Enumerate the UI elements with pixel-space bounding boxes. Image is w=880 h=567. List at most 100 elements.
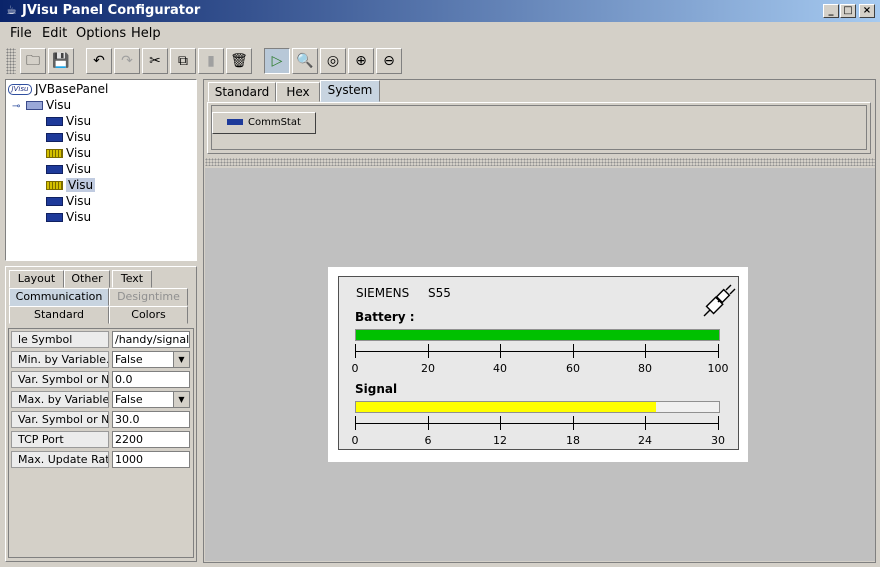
zoom-fit-icon[interactable]: ◎ bbox=[320, 48, 346, 74]
battery-bargraph[interactable] bbox=[355, 329, 720, 341]
tree-item[interactable]: Visu bbox=[46, 130, 91, 146]
brand-label: SIEMENS bbox=[356, 286, 410, 300]
tree-item-label: Visu bbox=[66, 146, 92, 160]
delete-icon[interactable]: 🗑 bbox=[226, 48, 252, 74]
maximize-button[interactable]: □ bbox=[840, 4, 856, 18]
property-label: Max. by Variable. bbox=[11, 391, 109, 408]
property-row: Var. Symbol or Nu 30.0 bbox=[9, 411, 193, 429]
property-label: TCP Port bbox=[11, 431, 109, 448]
commstat-label: CommStat bbox=[248, 117, 301, 128]
chevron-down-icon[interactable]: ▼ bbox=[173, 352, 189, 367]
tab-standard[interactable]: Standard bbox=[9, 306, 109, 324]
minimize-button[interactable]: _ bbox=[823, 4, 839, 18]
close-button[interactable]: × bbox=[859, 4, 875, 18]
tree-item[interactable]: Visu bbox=[46, 114, 91, 130]
tab-text[interactable]: Text bbox=[112, 270, 152, 288]
signal-axis-line bbox=[355, 423, 719, 424]
splitter-handle[interactable] bbox=[205, 158, 875, 166]
tree-item[interactable]: Visu bbox=[46, 162, 91, 178]
run-icon[interactable]: ▷ bbox=[264, 48, 290, 74]
property-row: Var. Symbol or Nu 0.0 bbox=[9, 371, 193, 389]
tree-root[interactable]: JVisu JVBasePanel bbox=[8, 82, 108, 98]
property-value-select[interactable]: False ▼ bbox=[112, 391, 190, 408]
property-value-select[interactable]: False ▼ bbox=[112, 351, 190, 368]
property-value-input[interactable]: 2200 bbox=[112, 431, 190, 448]
tab-colors[interactable]: Colors bbox=[109, 306, 188, 324]
paste-icon[interactable]: ▮ bbox=[198, 48, 224, 74]
signal-tick-label: 0 bbox=[351, 434, 359, 447]
save-icon[interactable]: 💾 bbox=[48, 48, 74, 74]
property-value-input[interactable]: /handy/signal bbox=[112, 331, 190, 348]
java-app-icon[interactable]: ☕ bbox=[4, 3, 19, 18]
property-row: TCP Port 2200 bbox=[9, 431, 193, 449]
commstat-button[interactable]: CommStat bbox=[212, 112, 316, 134]
battery-tick bbox=[573, 344, 574, 358]
title-bar: ☕ JVisu Panel Configurator _ □ × bbox=[0, 0, 880, 22]
label-icon bbox=[46, 165, 63, 174]
tree-root-label: JVBasePanel bbox=[35, 82, 109, 96]
label-icon bbox=[46, 117, 63, 126]
toolbar-grip[interactable] bbox=[6, 48, 16, 74]
battery-axis-line bbox=[355, 351, 719, 352]
tree-item-selected[interactable]: Visu bbox=[46, 178, 96, 194]
label-icon bbox=[46, 197, 63, 206]
tab-palette-system[interactable]: System bbox=[320, 80, 380, 102]
bargraph-icon bbox=[46, 149, 63, 158]
property-row: Max. Update Rate (1000 bbox=[9, 451, 193, 469]
signal-bargraph[interactable] bbox=[355, 401, 720, 413]
signal-tick-label: 12 bbox=[493, 434, 507, 447]
tab-palette-hex[interactable]: Hex bbox=[276, 82, 320, 102]
property-label: Max. Update Rate ( bbox=[11, 451, 109, 468]
tab-communication[interactable]: Communication bbox=[9, 288, 109, 306]
menu-file[interactable]: File bbox=[10, 26, 32, 41]
copy-icon[interactable]: ⧉ bbox=[170, 48, 196, 74]
tree-expand-icon[interactable]: ⊸ bbox=[12, 101, 26, 112]
battery-label: Battery : bbox=[355, 310, 415, 324]
battery-tick bbox=[645, 344, 646, 358]
property-value-input[interactable]: 1000 bbox=[112, 451, 190, 468]
battery-tick bbox=[500, 344, 501, 358]
tree-item-label: Visu bbox=[66, 114, 92, 128]
menu-edit[interactable]: Edit bbox=[42, 26, 67, 41]
tree-item[interactable]: Visu bbox=[46, 210, 91, 226]
tree-item[interactable]: Visu bbox=[46, 194, 91, 210]
cut-icon[interactable]: ✂ bbox=[142, 48, 168, 74]
component-tree[interactable]: JVisu JVBasePanel ⊸ Visu Visu Visu Visu Vi… bbox=[5, 79, 197, 261]
signal-fill bbox=[356, 402, 656, 412]
tab-designtime[interactable]: Designtime bbox=[109, 288, 188, 306]
chevron-down-icon[interactable]: ▼ bbox=[173, 392, 189, 407]
jvisu-logo-icon: JVisu bbox=[8, 84, 32, 95]
visu-panel[interactable]: SIEMENS S55 Battery : Signal 0 20 40 60 80 10… bbox=[338, 276, 739, 450]
open-icon[interactable]: 🗀 bbox=[20, 48, 46, 74]
model-label: S55 bbox=[428, 286, 451, 300]
zoom-in-icon[interactable]: ⊕ bbox=[348, 48, 374, 74]
signal-tick-label: 30 bbox=[711, 434, 725, 447]
tab-other[interactable]: Other bbox=[64, 270, 110, 288]
menu-help[interactable]: Help bbox=[131, 26, 161, 41]
undo-icon[interactable]: ↶ bbox=[86, 48, 112, 74]
select-value: False bbox=[115, 353, 143, 366]
menu-options[interactable]: Options bbox=[76, 26, 126, 41]
zoom-tool-icon[interactable]: 🔍 bbox=[292, 48, 318, 74]
menu-bar: File Edit Options Help bbox=[0, 22, 880, 44]
redo-icon[interactable]: ↷ bbox=[114, 48, 140, 74]
property-row: Min. by Variable. False ▼ bbox=[9, 351, 193, 369]
signal-tick bbox=[718, 416, 719, 430]
tab-palette-standard[interactable]: Standard bbox=[208, 82, 276, 102]
zoom-out-icon[interactable]: ⊖ bbox=[376, 48, 402, 74]
tree-item-label: Visu bbox=[66, 130, 92, 144]
tree-node-visu[interactable]: ⊸ Visu bbox=[12, 98, 71, 114]
battery-tick bbox=[718, 344, 719, 358]
property-value-input[interactable]: 30.0 bbox=[112, 411, 190, 428]
battery-tick-label: 20 bbox=[421, 362, 435, 375]
tree-item[interactable]: Visu bbox=[46, 146, 91, 162]
plug-icon bbox=[703, 284, 736, 317]
property-label: Var. Symbol or Nu bbox=[11, 371, 109, 388]
signal-label: Signal bbox=[355, 382, 398, 396]
tree-item-label: Visu bbox=[66, 210, 92, 224]
tab-layout[interactable]: Layout bbox=[9, 270, 64, 288]
property-row: le Symbol/handy/signal bbox=[9, 331, 193, 349]
signal-tick bbox=[645, 416, 646, 430]
property-value-input[interactable]: 0.0 bbox=[112, 371, 190, 388]
label-icon bbox=[46, 213, 63, 222]
